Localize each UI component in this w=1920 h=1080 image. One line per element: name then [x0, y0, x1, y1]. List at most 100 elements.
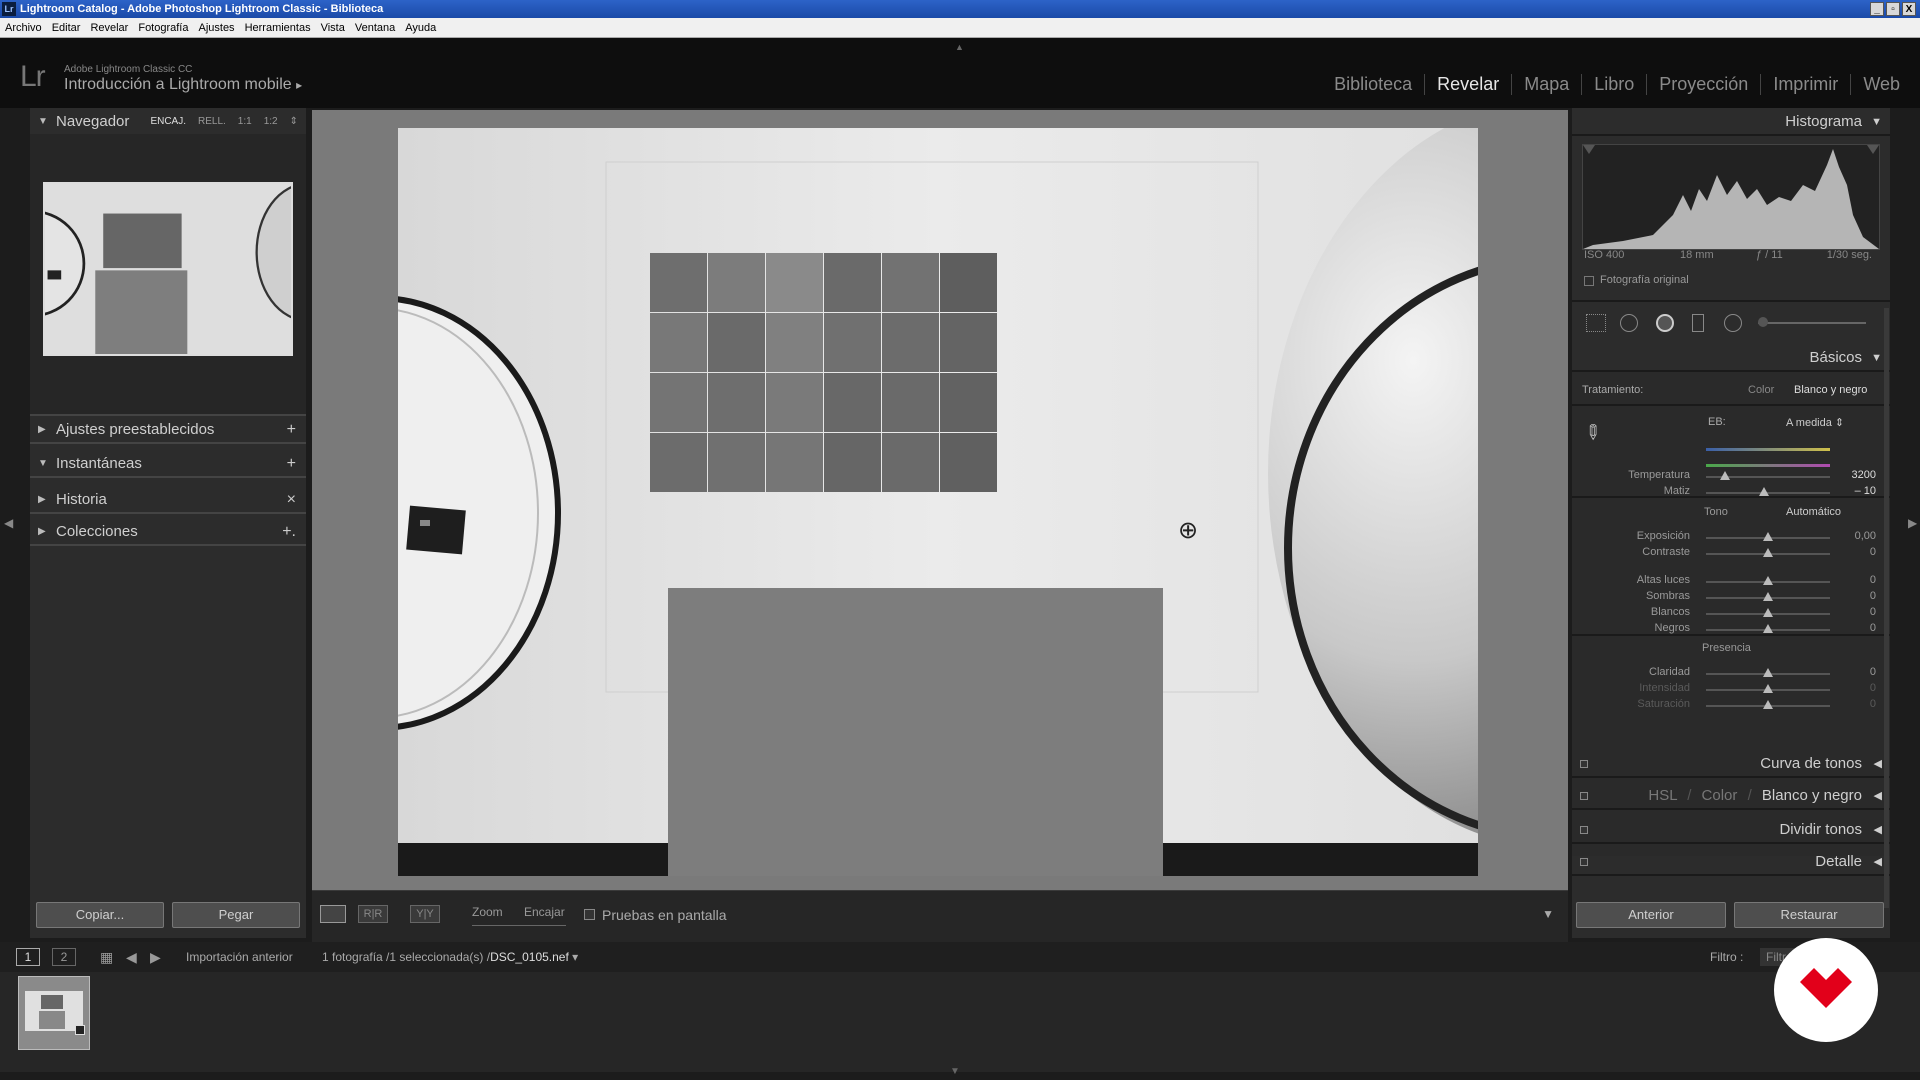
module-web[interactable]: Web: [1850, 74, 1912, 95]
slider-value[interactable]: 0: [1836, 606, 1876, 618]
collections-panel-header[interactable]: ▶ Colecciones +.: [30, 518, 306, 546]
module-proyeccion[interactable]: Proyección: [1646, 74, 1760, 95]
right-panel-toggle-icon[interactable]: ▶: [1908, 516, 1917, 530]
basic-panel-header[interactable]: Básicos ▼: [1572, 344, 1890, 372]
before-after-split-icon[interactable]: Y|Y: [410, 905, 440, 923]
add-collection-icon[interactable]: +.: [282, 518, 296, 546]
minimize-button[interactable]: _: [1870, 2, 1884, 16]
module-imprimir[interactable]: Imprimir: [1760, 74, 1850, 95]
slider-knob[interactable]: [1719, 471, 1730, 480]
hsl-header[interactable]: HSL / Color / Blanco y negro ◀: [1572, 782, 1890, 810]
snapshots-panel-header[interactable]: ▼ Instantáneas +: [30, 450, 306, 478]
hsl-tab[interactable]: HSL: [1648, 787, 1677, 804]
filmstrip-thumbnail[interactable]: [18, 976, 90, 1050]
crop-tool-icon[interactable]: [1586, 314, 1606, 332]
slider-knob[interactable]: [1763, 684, 1773, 693]
navigator-thumbnail[interactable]: [43, 182, 293, 356]
before-after-view-icon[interactable]: R|R: [358, 905, 388, 923]
slider-knob[interactable]: [1763, 532, 1773, 541]
slider-contraste[interactable]: Contraste 0: [1572, 546, 1890, 566]
module-revelar[interactable]: Revelar: [1424, 74, 1511, 95]
menu-ajustes[interactable]: Ajustes: [193, 18, 239, 38]
slider-value[interactable]: 0: [1836, 698, 1876, 710]
module-biblioteca[interactable]: Biblioteca: [1322, 74, 1424, 95]
zoom-fit-option[interactable]: ENCAJ.: [150, 116, 186, 127]
menu-ventana[interactable]: Ventana: [350, 18, 400, 38]
panel-switch-icon[interactable]: [1580, 760, 1588, 768]
copy-settings-button[interactable]: Copiar...: [36, 902, 164, 928]
treatment-bw-option[interactable]: Blanco y negro: [1794, 384, 1867, 396]
main-window-button[interactable]: 1: [16, 948, 40, 966]
history-panel-header[interactable]: ▶ Historia ×: [30, 486, 306, 514]
slider-knob[interactable]: [1763, 608, 1773, 617]
brush-icon[interactable]: [1758, 317, 1768, 327]
grid-view-icon[interactable]: ▦: [100, 942, 113, 972]
color-tab[interactable]: Color: [1702, 787, 1738, 804]
navigator-header[interactable]: ▼ Navegador ENCAJ. RELL. 1:1 1:2 ⇕: [30, 108, 306, 134]
slider-value[interactable]: 3200: [1836, 469, 1876, 481]
softproof-checkbox[interactable]: [584, 909, 595, 920]
eyedropper-icon[interactable]: ✎: [1578, 418, 1608, 448]
toolbar-menu-icon[interactable]: ▼: [1542, 907, 1554, 921]
forward-arrow-icon[interactable]: ▶: [150, 942, 161, 972]
slider-knob[interactable]: [1763, 700, 1773, 709]
slider-negros[interactable]: Negros 0: [1572, 622, 1890, 642]
menu-vista[interactable]: Vista: [316, 18, 350, 38]
slider-knob[interactable]: [1763, 592, 1773, 601]
auto-tone-button[interactable]: Automático: [1786, 506, 1841, 518]
clear-history-icon[interactable]: ×: [287, 486, 296, 514]
shadow-clipping-indicator[interactable]: [1583, 145, 1595, 154]
split-toning-header[interactable]: Dividir tonos ◀: [1572, 816, 1890, 844]
menu-editar[interactable]: Editar: [47, 18, 86, 38]
slider-saturación[interactable]: Saturación 0: [1572, 698, 1890, 718]
add-preset-icon[interactable]: +: [287, 416, 296, 444]
slider-value[interactable]: 0: [1836, 546, 1876, 558]
panel-switch-icon[interactable]: [1580, 792, 1588, 800]
slider-value[interactable]: 0: [1836, 574, 1876, 586]
slider-value[interactable]: 0,00: [1836, 530, 1876, 542]
maximize-button[interactable]: ▫: [1886, 2, 1900, 16]
loupe-view-icon[interactable]: [320, 905, 346, 923]
filmstrip-source[interactable]: Importación anterior: [186, 942, 293, 972]
histogram-header[interactable]: Histograma ▼: [1572, 108, 1890, 136]
previous-button[interactable]: Anterior: [1576, 902, 1726, 928]
zoom-slider[interactable]: [472, 925, 566, 926]
zoom-stepper-icon[interactable]: ⇕: [290, 116, 298, 127]
add-snapshot-icon[interactable]: +: [287, 450, 296, 478]
slider-value[interactable]: – 10: [1836, 485, 1876, 497]
slider-matiz[interactable]: Matiz – 10: [1572, 485, 1890, 505]
presets-panel-header[interactable]: ▶ Ajustes preestablecidos +: [30, 416, 306, 444]
reset-button[interactable]: Restaurar: [1734, 902, 1884, 928]
zoom-value[interactable]: Encajar: [524, 905, 565, 919]
left-panel-toggle-icon[interactable]: ◀: [4, 516, 13, 530]
highlight-clipping-indicator[interactable]: [1867, 145, 1879, 154]
zoom-1-1-option[interactable]: 1:1: [238, 116, 252, 127]
slider-knob[interactable]: [1763, 624, 1773, 633]
collapse-top-icon[interactable]: ▲: [955, 42, 964, 52]
paste-settings-button[interactable]: Pegar: [172, 902, 300, 928]
slider-value[interactable]: 0: [1836, 682, 1876, 694]
menu-herramientas[interactable]: Herramientas: [240, 18, 316, 38]
image-canvas[interactable]: ⊕: [312, 110, 1568, 890]
tone-curve-header[interactable]: Curva de tonos ◀: [1572, 750, 1890, 778]
menu-archivo[interactable]: Archivo: [0, 18, 47, 38]
menu-fotografia[interactable]: Fotografía: [133, 18, 193, 38]
slider-knob[interactable]: [1763, 576, 1773, 585]
slider-knob[interactable]: [1763, 548, 1773, 557]
slider-value[interactable]: 0: [1836, 666, 1876, 678]
menu-revelar[interactable]: Revelar: [85, 18, 133, 38]
second-window-button[interactable]: 2: [52, 948, 76, 966]
zoom-1-2-option[interactable]: 1:2: [264, 116, 278, 127]
slider-value[interactable]: 0: [1836, 622, 1876, 634]
close-button[interactable]: X: [1902, 2, 1916, 16]
wb-select[interactable]: A medida ⇕: [1786, 416, 1844, 429]
slider-knob[interactable]: [1763, 668, 1773, 677]
slider-knob[interactable]: [1759, 487, 1770, 496]
red-eye-icon[interactable]: [1656, 314, 1674, 332]
menu-ayuda[interactable]: Ayuda: [400, 18, 441, 38]
panel-switch-icon[interactable]: [1580, 858, 1588, 866]
module-mapa[interactable]: Mapa: [1511, 74, 1581, 95]
slider-value[interactable]: 0: [1836, 590, 1876, 602]
treatment-color-option[interactable]: Color: [1748, 384, 1774, 396]
panel-switch-icon[interactable]: [1580, 826, 1588, 834]
